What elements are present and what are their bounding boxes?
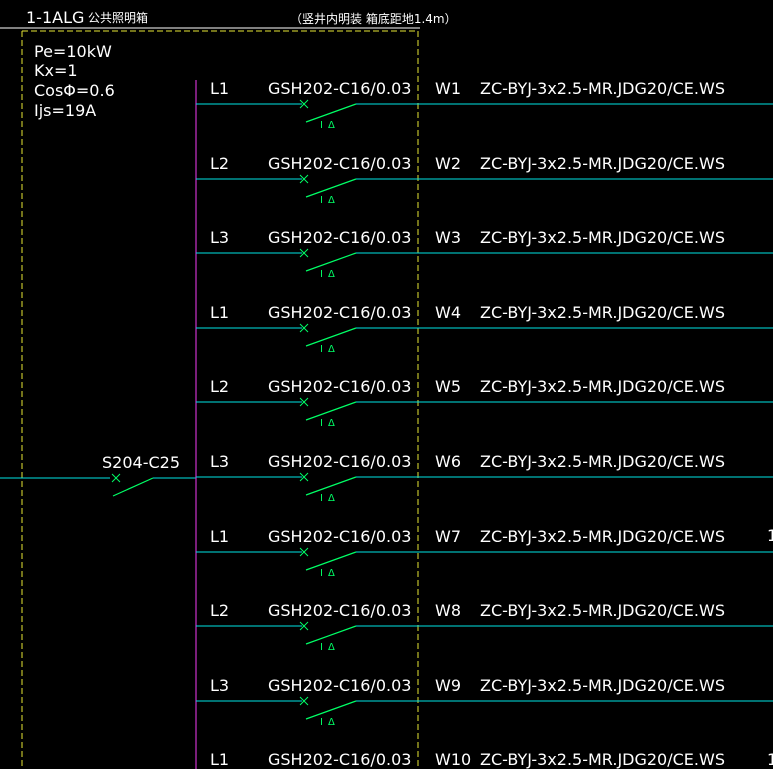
circuit-row: L2 GSH202-C16/0.03 W5 ZC-BYJ-3x2.5-MR.JDG20… xyxy=(196,377,773,429)
rcd-symbol: I xyxy=(320,568,323,579)
rcd-symbol: I xyxy=(320,717,323,728)
edge-mark-1: 1 xyxy=(767,526,773,545)
circuit-id: W7 xyxy=(435,527,461,546)
circuit-row: L1 GSH202-C16/0.03 W7 ZC-BYJ-3x2.5-MR.JDG20… xyxy=(196,527,773,579)
rcd-delta: Δ xyxy=(328,493,335,504)
circuit-cable: ZC-BYJ-3x2.5-MR.JDG20/CE.WS xyxy=(480,228,725,247)
circuit-row: L1 GSH202-C16/0.03 W4 ZC-BYJ-3x2.5-MR.JDG20… xyxy=(196,303,773,355)
circuit-row: L1 GSH202-C16/0.03 W10 ZC-BYJ-3x2.5-MR.JDG2… xyxy=(210,750,725,769)
circuit-breaker-label: GSH202-C16/0.03 xyxy=(268,527,411,546)
circuit-breaker-label: GSH202-C16/0.03 xyxy=(268,228,411,247)
circuit-row: L3 GSH202-C16/0.03 W9 ZC-BYJ-3x2.5-MR.JDG20… xyxy=(196,676,773,728)
circuit-phase: L2 xyxy=(210,377,229,396)
circuit-phase: L2 xyxy=(210,601,229,620)
distribution-diagram: 1-1ALG 公共照明箱 （竖井内明装 箱底距地1.4m） Pe=10kW Kx… xyxy=(0,8,773,769)
circuit-cable: ZC-BYJ-3x2.5-MR.JDG20/CE.WS xyxy=(480,79,725,98)
circuit-breaker-label: GSH202-C16/0.03 xyxy=(268,377,411,396)
circuit-id: W1 xyxy=(435,79,461,98)
rcd-delta: Δ xyxy=(328,195,335,206)
circuit-id: W5 xyxy=(435,377,461,396)
circuit-rows: L1 GSH202-C16/0.03 W1 ZC-BYJ-3x2.5-MR.JDG20… xyxy=(196,79,773,769)
circuit-phase: L3 xyxy=(210,452,229,471)
circuit-id: W10 xyxy=(435,750,471,769)
circuit-breaker-label: GSH202-C16/0.03 xyxy=(268,154,411,173)
param-kx: Kx=1 xyxy=(34,61,78,80)
circuit-row: L2 GSH202-C16/0.03 W2 ZC-BYJ-3x2.5-MR.JDG20… xyxy=(196,154,773,206)
circuit-phase: L3 xyxy=(210,228,229,247)
rcd-symbol: I xyxy=(320,344,323,355)
rcd-delta: Δ xyxy=(328,269,335,280)
panel-name: 1-1ALG xyxy=(26,8,84,27)
circuit-row: L3 GSH202-C16/0.03 W3 ZC-BYJ-3x2.5-MR.JDG20… xyxy=(196,228,773,280)
circuit-cable: ZC-BYJ-3x2.5-MR.JDG20/CE.WS xyxy=(480,303,725,322)
circuit-breaker-label: GSH202-C16/0.03 xyxy=(268,452,411,471)
edge-mark-2: 1 xyxy=(767,750,773,769)
rcd-symbol: I xyxy=(320,642,323,653)
circuit-id: W6 xyxy=(435,452,461,471)
rcd-symbol: I xyxy=(320,195,323,206)
circuit-cable: ZC-BYJ-3x2.5-MR.JDG20/CE.WS xyxy=(480,452,725,471)
circuit-phase: L1 xyxy=(210,303,229,322)
circuit-breaker-label: GSH202-C16/0.03 xyxy=(268,79,411,98)
main-breaker-label: S204-C25 xyxy=(102,453,180,472)
rcd-symbol: I xyxy=(320,120,323,131)
main-breaker-symbol xyxy=(111,473,154,497)
circuit-row: L1 GSH202-C16/0.03 W1 ZC-BYJ-3x2.5-MR.JDG20… xyxy=(196,79,773,131)
circuit-cable: ZC-BYJ-3x2.5-MR.JDG20/CE.WS xyxy=(480,676,725,695)
circuit-row: L2 GSH202-C16/0.03 W8 ZC-BYJ-3x2.5-MR.JDG20… xyxy=(196,601,773,653)
param-ijs: Ijs=19A xyxy=(34,101,96,120)
circuit-breaker-label: GSH202-C16/0.03 xyxy=(268,601,411,620)
rcd-delta: Δ xyxy=(328,568,335,579)
circuit-cable: ZC-BYJ-3x2.5-MR.JDG20/CE.WS xyxy=(480,527,725,546)
panel-name-cn: 公共照明箱 xyxy=(88,10,148,25)
circuit-cable: ZC-BYJ-3x2.5-MR.JDG20/CE.WS xyxy=(480,377,725,396)
circuit-cable: ZC-BYJ-3x2.5-MR.JDG20/CE.WS xyxy=(480,750,725,769)
install-note: （竖井内明装 箱底距地1.4m） xyxy=(290,11,457,26)
circuit-breaker-label: GSH202-C16/0.03 xyxy=(268,750,411,769)
circuit-phase: L3 xyxy=(210,676,229,695)
circuit-cable: ZC-BYJ-3x2.5-MR.JDG20/CE.WS xyxy=(480,154,725,173)
circuit-phase: L1 xyxy=(210,750,229,769)
rcd-symbol: I xyxy=(320,493,323,504)
circuit-id: W2 xyxy=(435,154,461,173)
rcd-symbol: I xyxy=(320,418,323,429)
rcd-delta: Δ xyxy=(328,717,335,728)
rcd-delta: Δ xyxy=(328,344,335,355)
circuit-phase: L2 xyxy=(210,154,229,173)
circuit-row: L3 GSH202-C16/0.03 W6 ZC-BYJ-3x2.5-MR.JDG20… xyxy=(196,452,773,504)
rcd-delta: Δ xyxy=(328,120,335,131)
circuit-phase: L1 xyxy=(210,527,229,546)
circuit-id: W3 xyxy=(435,228,461,247)
circuit-breaker-label: GSH202-C16/0.03 xyxy=(268,676,411,695)
rcd-symbol: I xyxy=(320,269,323,280)
rcd-delta: Δ xyxy=(328,418,335,429)
circuit-phase: L1 xyxy=(210,79,229,98)
circuit-id: W4 xyxy=(435,303,461,322)
rcd-delta: Δ xyxy=(328,642,335,653)
circuit-id: W8 xyxy=(435,601,461,620)
param-cosphi: CosΦ=0.6 xyxy=(34,81,115,100)
circuit-id: W9 xyxy=(435,676,461,695)
circuit-breaker-label: GSH202-C16/0.03 xyxy=(268,303,411,322)
param-pe: Pe=10kW xyxy=(34,42,112,61)
circuit-cable: ZC-BYJ-3x2.5-MR.JDG20/CE.WS xyxy=(480,601,725,620)
